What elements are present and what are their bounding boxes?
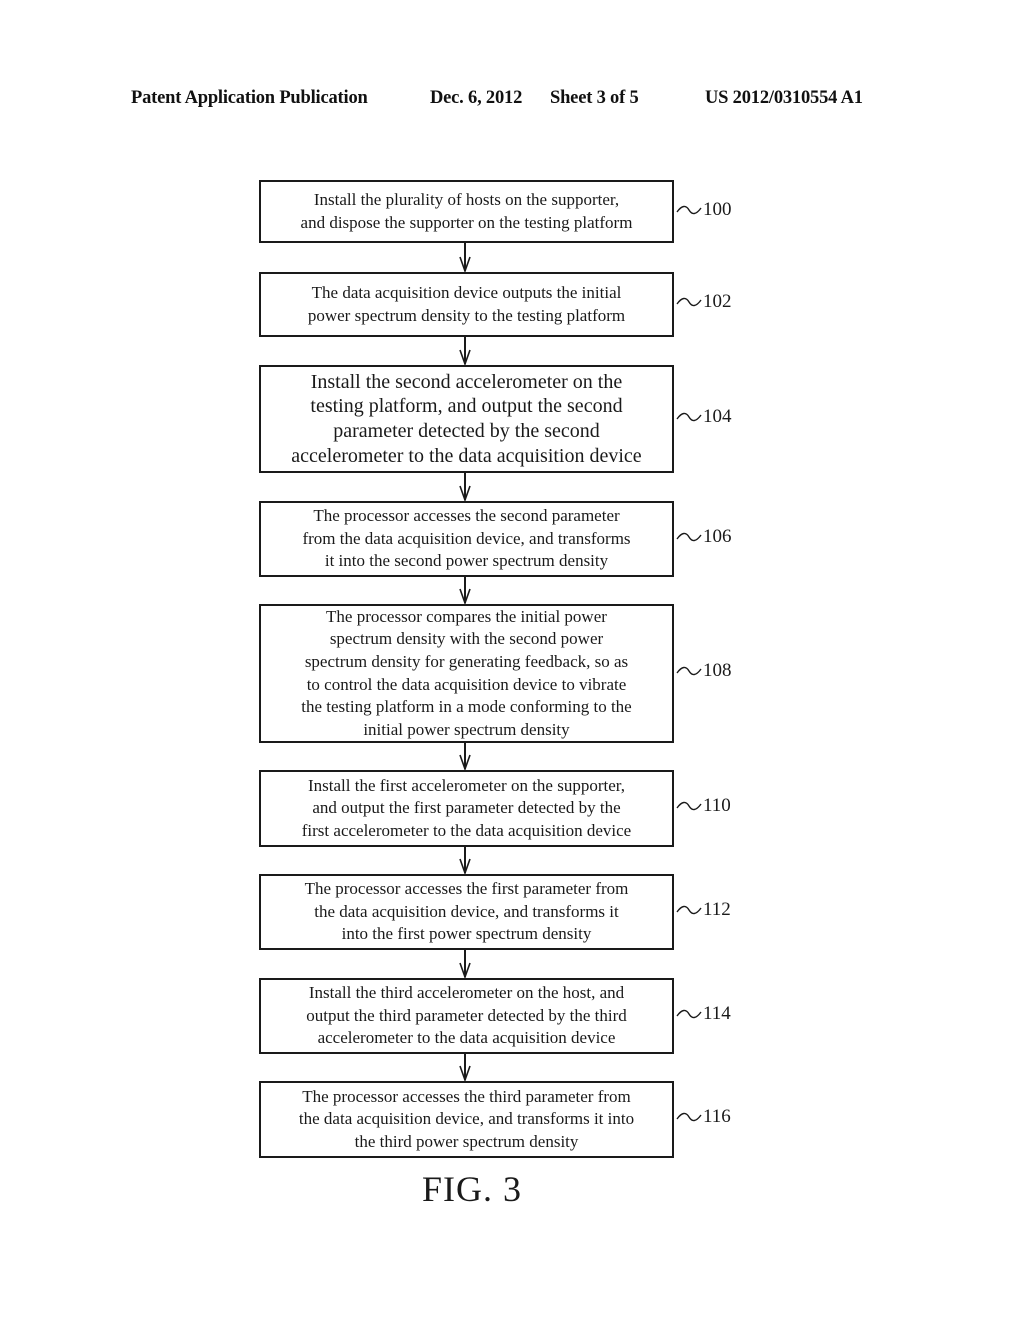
- leader-tilde-icon: [676, 666, 702, 676]
- step-box-114: Install the third accelerometer on the h…: [259, 978, 674, 1054]
- ref-number: 116: [703, 1106, 731, 1127]
- ref-label-104: 104: [676, 406, 732, 428]
- step-box-100: Install the plurality of hosts on the su…: [259, 180, 674, 243]
- leader-tilde-icon: [676, 1009, 702, 1019]
- step-text-line: it into the second power spectrum densit…: [324, 551, 609, 571]
- step-text-line: testing platform, and output the second: [310, 395, 623, 418]
- step-text-line: the data acquisition device, and transfo…: [298, 1109, 635, 1129]
- step-text-line: spectrum density with the second power: [329, 629, 604, 649]
- step-text-line: The data acquisition device outputs the …: [311, 282, 622, 302]
- step-box-106: The processor accesses the second parame…: [259, 501, 674, 577]
- ref-label-116: 116: [676, 1106, 731, 1128]
- step-text-line: the third power spectrum density: [354, 1131, 579, 1151]
- ref-label-110: 110: [676, 795, 731, 817]
- leader-tilde-icon: [676, 1112, 702, 1122]
- step-box-110: Install the first accelerometer on the s…: [259, 770, 674, 847]
- step-text-line: accelerometer to the data acquisition de…: [291, 444, 642, 467]
- step-text-line: and output the first parameter detected …: [312, 798, 621, 818]
- ref-label-114: 114: [676, 1003, 731, 1025]
- step-text-line: The processor accesses the first paramet…: [304, 879, 629, 899]
- arrow-down-icon: [459, 743, 471, 770]
- leader-tilde-icon: [676, 297, 702, 307]
- arrow-down-icon: [459, 847, 471, 874]
- step-box-112: The processor accesses the first paramet…: [259, 874, 674, 950]
- ref-label-102: 102: [676, 291, 732, 313]
- step-box-102: The data acquisition device outputs the …: [259, 272, 674, 337]
- step-text-line: The processor compares the initial power: [326, 606, 607, 626]
- ref-label-100: 100: [676, 199, 732, 221]
- step-text-line: The processor accesses the third paramet…: [302, 1086, 631, 1106]
- arrow-down-icon: [459, 950, 471, 978]
- ref-number: 110: [703, 795, 731, 816]
- arrow-down-icon: [459, 1054, 471, 1081]
- step-text-line: accelerometer to the data acquisition de…: [317, 1028, 616, 1048]
- step-text-line: the testing platform in a mode conformin…: [301, 697, 632, 717]
- step-text-line: to control the data acquisition device t…: [306, 674, 627, 694]
- ref-number: 104: [703, 406, 732, 427]
- step-text-line: power spectrum density to the testing pl…: [307, 305, 626, 325]
- step-box-108: The processor compares the initial power…: [259, 604, 674, 743]
- step-text-line: into the first power spectrum density: [341, 924, 592, 944]
- arrow-down-icon: [459, 577, 471, 604]
- step-text-line: the data acquisition device, and transfo…: [314, 901, 619, 921]
- step-text-line: Install the third accelerometer on the h…: [308, 983, 625, 1003]
- leader-tilde-icon: [676, 801, 702, 811]
- ref-number: 108: [703, 660, 732, 681]
- step-box-104: Install the second accelerometer on the t…: [259, 365, 674, 473]
- step-text-line: output the third parameter detected by t…: [306, 1005, 627, 1025]
- step-text-line: Install the first accelerometer on the s…: [308, 775, 625, 795]
- leader-tilde-icon: [676, 412, 702, 422]
- step-box-116: The processor accesses the third paramet…: [259, 1081, 674, 1158]
- flowchart: Install the plurality of hosts on the su…: [0, 0, 1024, 1320]
- ref-label-106: 106: [676, 526, 732, 548]
- ref-number: 112: [703, 899, 731, 920]
- leader-tilde-icon: [676, 905, 702, 915]
- step-text-line: initial power spectrum density: [363, 719, 570, 739]
- ref-number: 114: [703, 1003, 731, 1024]
- ref-number: 106: [703, 526, 732, 547]
- step-text-line: parameter detected by the second: [333, 420, 600, 442]
- step-text-line: spectrum density for generating feedback…: [304, 651, 629, 671]
- step-text-line: The processor accesses the second parame…: [313, 506, 620, 526]
- ref-label-108: 108: [676, 660, 732, 682]
- step-text-line: first accelerometer to the data acquisit…: [301, 820, 632, 840]
- step-text-line: from the data acquisition device, and tr…: [302, 528, 631, 548]
- arrow-down-icon: [459, 337, 471, 365]
- leader-tilde-icon: [676, 205, 702, 215]
- step-text-line: Install the plurality of hosts on the su…: [313, 189, 620, 209]
- ref-label-112: 112: [676, 899, 731, 921]
- step-text-line: Install the second accelerometer on the: [310, 370, 623, 393]
- arrow-down-icon: [459, 243, 471, 272]
- arrow-down-icon: [459, 473, 471, 501]
- leader-tilde-icon: [676, 532, 702, 542]
- figure-label: FIG. 3: [421, 1169, 522, 1209]
- ref-number: 102: [703, 291, 732, 312]
- step-text-line: and dispose the supporter on the testing…: [300, 212, 633, 232]
- ref-number: 100: [703, 199, 732, 220]
